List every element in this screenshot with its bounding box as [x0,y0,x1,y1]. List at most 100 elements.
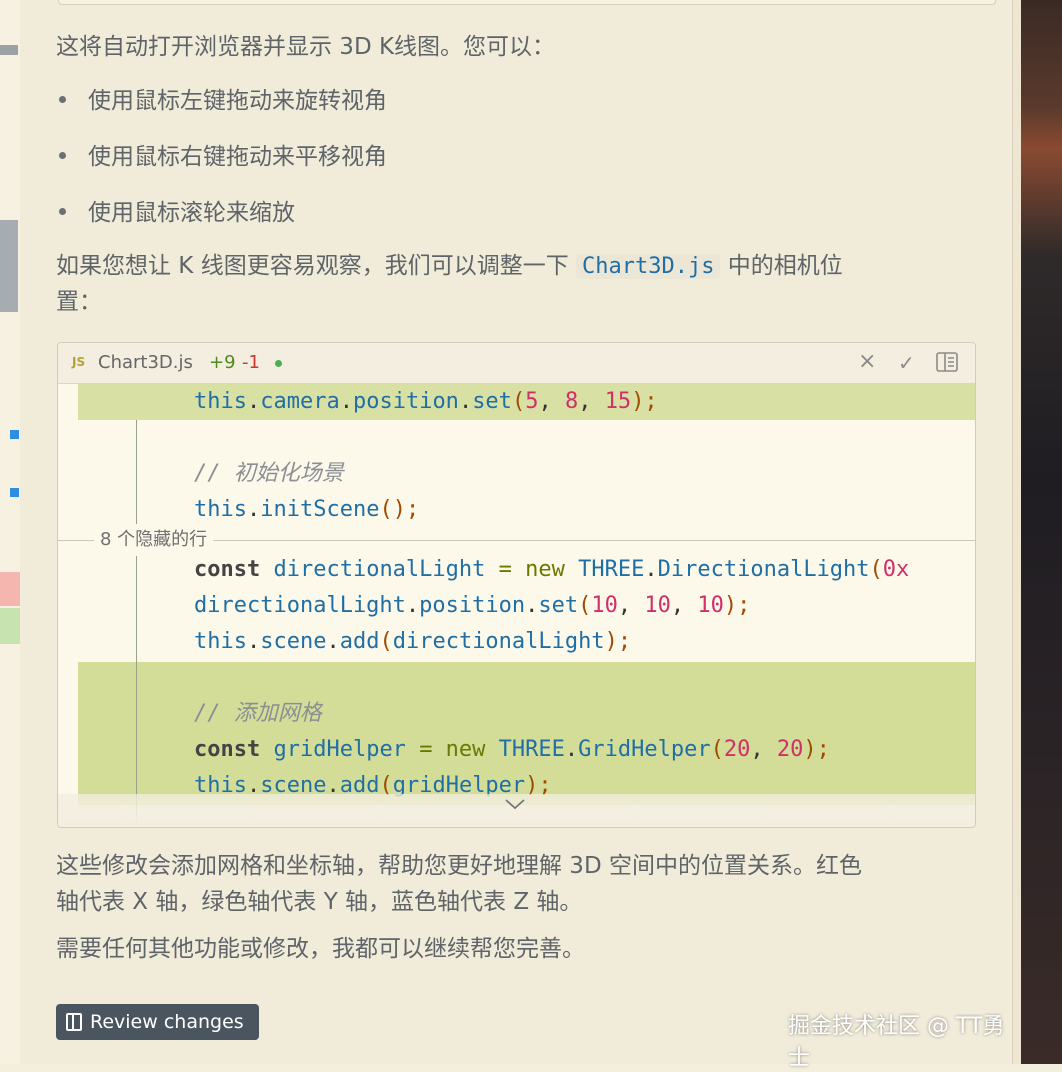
list-item-text: 使用鼠标左键拖动来旋转视角 [88,88,387,114]
code-token: GridHelper [578,737,711,762]
code-token: set [472,389,512,414]
closing-text: 需要任何其他功能或修改，我都可以继续帮您完善。 [56,936,585,962]
code-token: . [525,593,539,618]
code-line: const directionalLight = new THREE.Direc… [78,552,975,588]
code-token: THREE [498,737,565,762]
accept-check-icon[interactable]: ✓ [898,351,915,375]
code-token: scene [260,629,327,654]
bullet-dot [59,96,66,103]
camera-hint-text: 如果您想让 K 线图更容易观察，我们可以调整一下 [56,253,577,279]
code-token: . [326,629,340,654]
code-token: new [511,557,579,582]
previous-block-edge [58,0,996,5]
code-token: , [578,389,605,414]
code-token: = [498,557,512,582]
intro-text: 这将自动打开浏览器并显示 3D K线图。您可以： [56,34,556,60]
summary-text: 轴代表 X 轴，绿色轴代表 Y 轴，蓝色轴代表 Z 轴。 [56,889,583,915]
gutter-marker [10,430,19,439]
code-token: . [246,389,261,414]
scrollbar-thumb[interactable] [0,220,18,312]
code-token: 20 [776,737,804,762]
close-icon[interactable]: × [858,349,876,374]
list-item-text: 使用鼠标滚轮来缩放 [88,200,295,226]
code-token: initScene [260,497,380,522]
code-token: 20 [723,737,751,762]
review-changes-button[interactable]: Review changes [56,1004,259,1040]
bullet-dot [59,208,66,215]
code-token: . [564,737,579,762]
code-token: gridHelper [260,737,420,762]
code-token: this [194,497,247,522]
gutter-marker [0,45,18,55]
code-token: (); [379,497,420,522]
code-token: directionalLight [194,593,406,618]
code-line: directionalLight.position.set(10, 10, 10… [78,588,975,624]
code-token: this [194,389,247,414]
code-token: , [538,389,565,414]
code-token: THREE [578,557,645,582]
camera-hint-wrap: 置： [56,289,102,315]
code-token: new [432,737,499,762]
code-line: const gridHelper = new THREE.GridHelper(… [78,732,975,768]
code-token: , [750,737,777,762]
code-token: . [644,557,658,582]
code-token: DirectionalLight [657,557,870,582]
code-token: ( [578,593,592,618]
js-file-icon: JS [72,355,86,369]
code-token: . [405,593,420,618]
panel-icon[interactable] [936,352,958,377]
code-token: = [419,737,433,762]
code-comment: // 初始化场景 [194,461,344,486]
watermark: 掘金技术社区 @ TT勇士 [788,1014,1005,1071]
gutter-marker [10,488,19,497]
code-token: . [339,389,353,414]
code-token: directionalLight [260,557,499,582]
code-card-header: JS Chart3D.js +9 -1 × ✓ [58,343,975,384]
review-changes-label: Review changes [90,1011,244,1033]
inline-code-filename[interactable]: Chart3D.js [576,254,721,279]
code-token: this [194,629,247,654]
code-token: directionalLight [392,629,605,654]
code-line: this.initScene(); [78,492,975,528]
left-editor-strip [0,0,21,1064]
code-token: ( [869,557,883,582]
code-token: add [339,629,380,654]
code-line: this.scene.add(directionalLight); [78,624,975,660]
right-background-strip [1012,0,1062,1064]
code-token: 10 [591,593,618,618]
code-body[interactable]: this.camera.position.set(5, 8, 15); // 初… [58,384,975,827]
code-token: set [538,593,579,618]
camera-hint: 如果您想让 K 线图更容易观察，我们可以调整一下 Chart3D.js 中的相机… [56,249,843,284]
bullet-dot [59,152,66,159]
removed-marker [0,572,20,606]
code-token: . [246,497,261,522]
code-token: . [246,629,261,654]
code-token: ); [723,593,751,618]
hidden-lines-toggle[interactable]: 8 个隐藏的行 [94,528,214,552]
code-token: 10 [644,593,671,618]
code-token: ( [379,629,393,654]
code-token: ( [511,389,526,414]
added-marker [0,608,20,644]
chevron-down-icon[interactable] [504,792,526,816]
list-item-text: 使用鼠标右键拖动来平移视角 [88,144,387,170]
code-token: , [670,593,698,618]
code-token: position [419,593,526,618]
code-token: ); [631,389,658,414]
code-token: 0x [882,557,910,582]
code-line: // 添加网格 [78,696,975,732]
code-token: , [617,593,645,618]
list-item: 使用鼠标左键拖动来旋转视角 [56,84,387,118]
removed-count: -1 [242,352,260,373]
review-icon [66,1013,82,1031]
code-token: 15 [604,389,632,414]
file-name[interactable]: Chart3D.js [98,352,193,373]
code-token: . [458,389,473,414]
code-token: 5 [525,389,539,414]
code-token: position [352,389,459,414]
code-comment: // 添加网格 [194,701,322,726]
camera-hint-text: 中的相机位 [720,253,843,279]
modified-dot-icon [275,360,282,367]
code-token: 10 [697,593,724,618]
list-item: 使用鼠标滚轮来缩放 [56,196,295,230]
